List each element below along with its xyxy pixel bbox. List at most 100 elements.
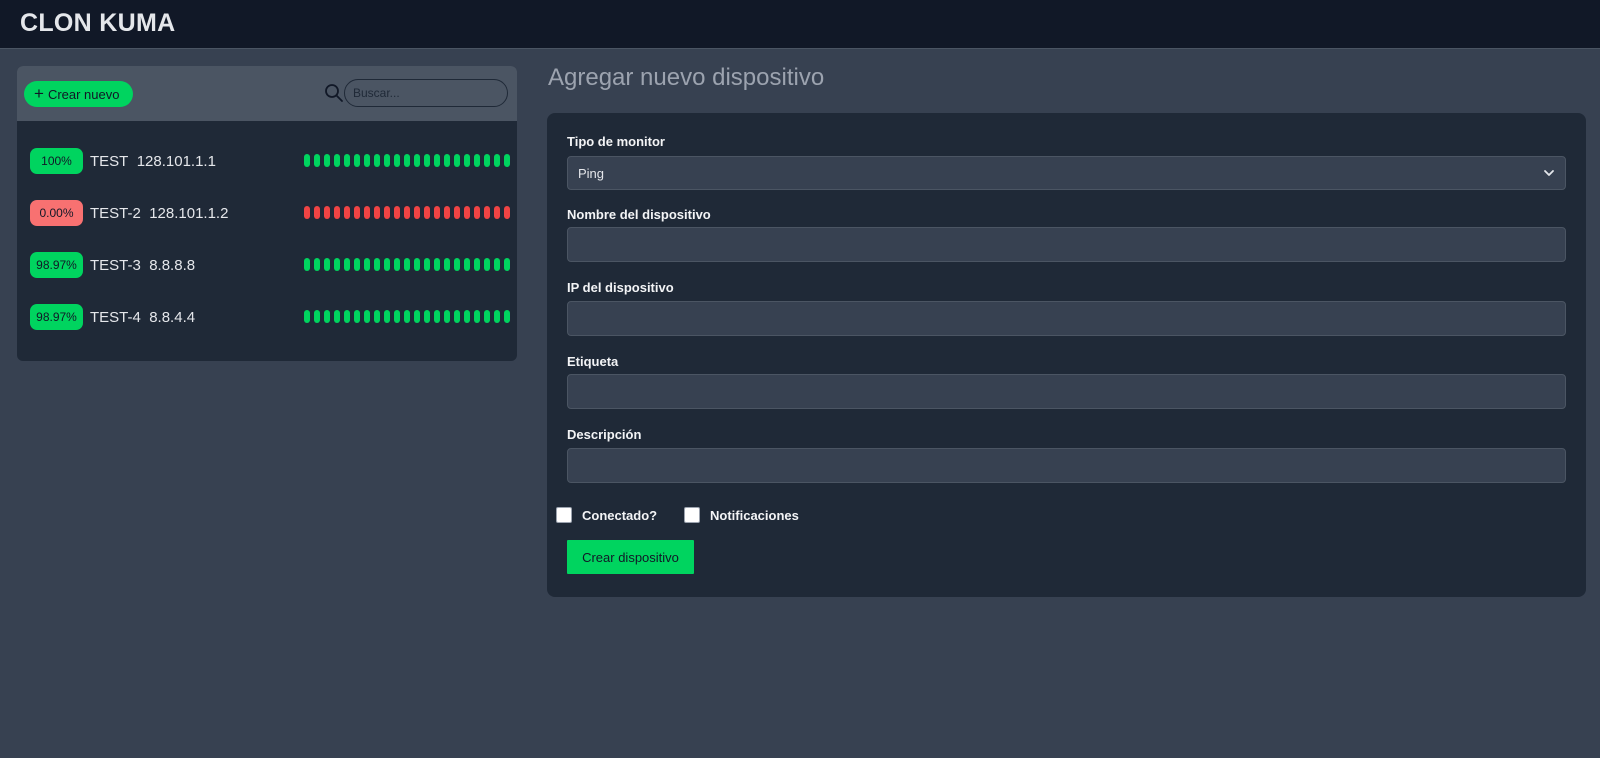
heartbeat-tick xyxy=(334,206,340,219)
heartbeat-tick xyxy=(444,310,450,323)
device-row[interactable]: 0.00% TEST-2 128.101.1.2 xyxy=(17,198,517,228)
device-ip-label: IP del dispositivo xyxy=(567,280,674,295)
tag-input[interactable] xyxy=(567,374,1566,409)
device-name-text: TEST-3 xyxy=(90,257,141,274)
heartbeat-tick xyxy=(344,154,350,167)
heartbeat-tick xyxy=(444,154,450,167)
page-title: Agregar nuevo dispositivo xyxy=(548,64,825,91)
search-input[interactable] xyxy=(344,79,508,107)
device-row[interactable]: 98.97% TEST-4 8.8.4.4 xyxy=(17,302,517,332)
heartbeat-tick xyxy=(434,310,440,323)
heartbeat-tick xyxy=(334,258,340,271)
heartbeat-tick xyxy=(304,258,310,271)
device-name: TEST-4 8.8.4.4 xyxy=(90,309,195,326)
heartbeat-tick xyxy=(354,310,360,323)
heartbeat-tick xyxy=(394,206,400,219)
create-new-label: Crear nuevo xyxy=(47,86,120,102)
connected-option[interactable]: Conectado? xyxy=(556,507,657,523)
heartbeat-tick xyxy=(474,310,480,323)
heartbeat-tick xyxy=(334,154,340,167)
heartbeat-tick xyxy=(314,310,320,323)
heartbeat-tick xyxy=(324,154,330,167)
monitor-type-select[interactable]: Ping xyxy=(567,156,1566,190)
description-label: Descripción xyxy=(567,427,642,442)
heartbeat-tick xyxy=(494,310,500,323)
heartbeat-tick xyxy=(474,206,480,219)
uptime-badge: 98.97% xyxy=(30,252,83,278)
device-ip-text: 8.8.4.4 xyxy=(149,309,196,326)
heartbeat-tick xyxy=(474,258,480,271)
heartbeat-tick xyxy=(504,206,510,219)
heartbeat-tick xyxy=(384,310,390,323)
device-ip-text: 8.8.8.8 xyxy=(149,257,196,274)
device-ip-input[interactable] xyxy=(567,301,1566,336)
heartbeat-tick xyxy=(464,206,470,219)
heartbeat-tick xyxy=(374,310,380,323)
chevron-down-icon xyxy=(1544,170,1554,176)
device-name: TEST-3 8.8.8.8 xyxy=(90,257,195,274)
device-name-text: TEST-4 xyxy=(90,309,141,326)
heartbeat-tick xyxy=(354,206,360,219)
heartbeat-tick xyxy=(354,154,360,167)
notifications-option[interactable]: Notificaciones xyxy=(684,507,799,523)
heartbeat-tick xyxy=(404,310,410,323)
heartbeat-tick xyxy=(454,154,460,167)
device-list-panel: + Crear nuevo 100% TEST 128.101.1.1 0.00% T… xyxy=(17,66,517,361)
heartbeat-tick xyxy=(464,258,470,271)
device-row[interactable]: 98.97% TEST-3 8.8.8.8 xyxy=(17,250,517,280)
heartbeat-tick xyxy=(504,258,510,271)
heartbeat-tick xyxy=(424,206,430,219)
heartbeat-tick xyxy=(454,258,460,271)
heartbeat-tick xyxy=(414,206,420,219)
add-device-form: Tipo de monitor Ping Nombre del disposit… xyxy=(547,113,1586,597)
heartbeat-tick xyxy=(424,154,430,167)
device-name-text: TEST-2 xyxy=(90,205,141,222)
heartbeat-tick xyxy=(384,258,390,271)
heartbeat-tick xyxy=(314,206,320,219)
device-row[interactable]: 100% TEST 128.101.1.1 xyxy=(17,146,517,176)
heartbeat-tick xyxy=(434,206,440,219)
heartbeat-bar xyxy=(304,154,510,167)
heartbeat-tick xyxy=(344,258,350,271)
heartbeat-tick xyxy=(454,206,460,219)
top-bar: CLON KUMA xyxy=(0,0,1600,49)
tag-label: Etiqueta xyxy=(567,354,619,369)
heartbeat-tick xyxy=(364,258,370,271)
heartbeat-tick xyxy=(394,258,400,271)
notifications-checkbox[interactable] xyxy=(684,507,700,523)
heartbeat-tick xyxy=(414,154,420,167)
heartbeat-tick xyxy=(504,154,510,167)
app-title: CLON KUMA xyxy=(20,9,176,37)
connected-label: Conectado? xyxy=(582,507,658,523)
create-device-button[interactable]: Crear dispositivo xyxy=(567,540,694,574)
heartbeat-tick xyxy=(374,154,380,167)
monitor-type-value: Ping xyxy=(578,165,605,181)
heartbeat-tick xyxy=(504,310,510,323)
device-name: TEST 128.101.1.1 xyxy=(90,153,216,170)
device-name-input[interactable] xyxy=(567,227,1566,262)
heartbeat-tick xyxy=(314,258,320,271)
heartbeat-tick xyxy=(394,310,400,323)
heartbeat-tick xyxy=(404,154,410,167)
connected-checkbox[interactable] xyxy=(556,507,572,523)
device-list-header: + Crear nuevo xyxy=(17,66,517,121)
heartbeat-tick xyxy=(464,310,470,323)
search-icon[interactable] xyxy=(324,83,344,103)
heartbeat-tick xyxy=(484,258,490,271)
heartbeat-tick xyxy=(364,206,370,219)
uptime-badge: 98.97% xyxy=(30,304,83,330)
monitor-type-label: Tipo de monitor xyxy=(567,134,665,149)
description-input[interactable] xyxy=(567,448,1566,483)
create-new-button[interactable]: + Crear nuevo xyxy=(24,81,134,107)
heartbeat-tick xyxy=(434,258,440,271)
heartbeat-tick xyxy=(364,154,370,167)
heartbeat-tick xyxy=(364,310,370,323)
heartbeat-bar xyxy=(304,310,510,323)
device-name-label: Nombre del dispositivo xyxy=(567,207,711,222)
heartbeat-tick xyxy=(324,206,330,219)
device-ip-text: 128.101.1.2 xyxy=(149,205,229,222)
heartbeat-tick xyxy=(374,206,380,219)
heartbeat-tick xyxy=(494,258,500,271)
heartbeat-bar xyxy=(304,206,510,219)
heartbeat-tick xyxy=(334,310,340,323)
